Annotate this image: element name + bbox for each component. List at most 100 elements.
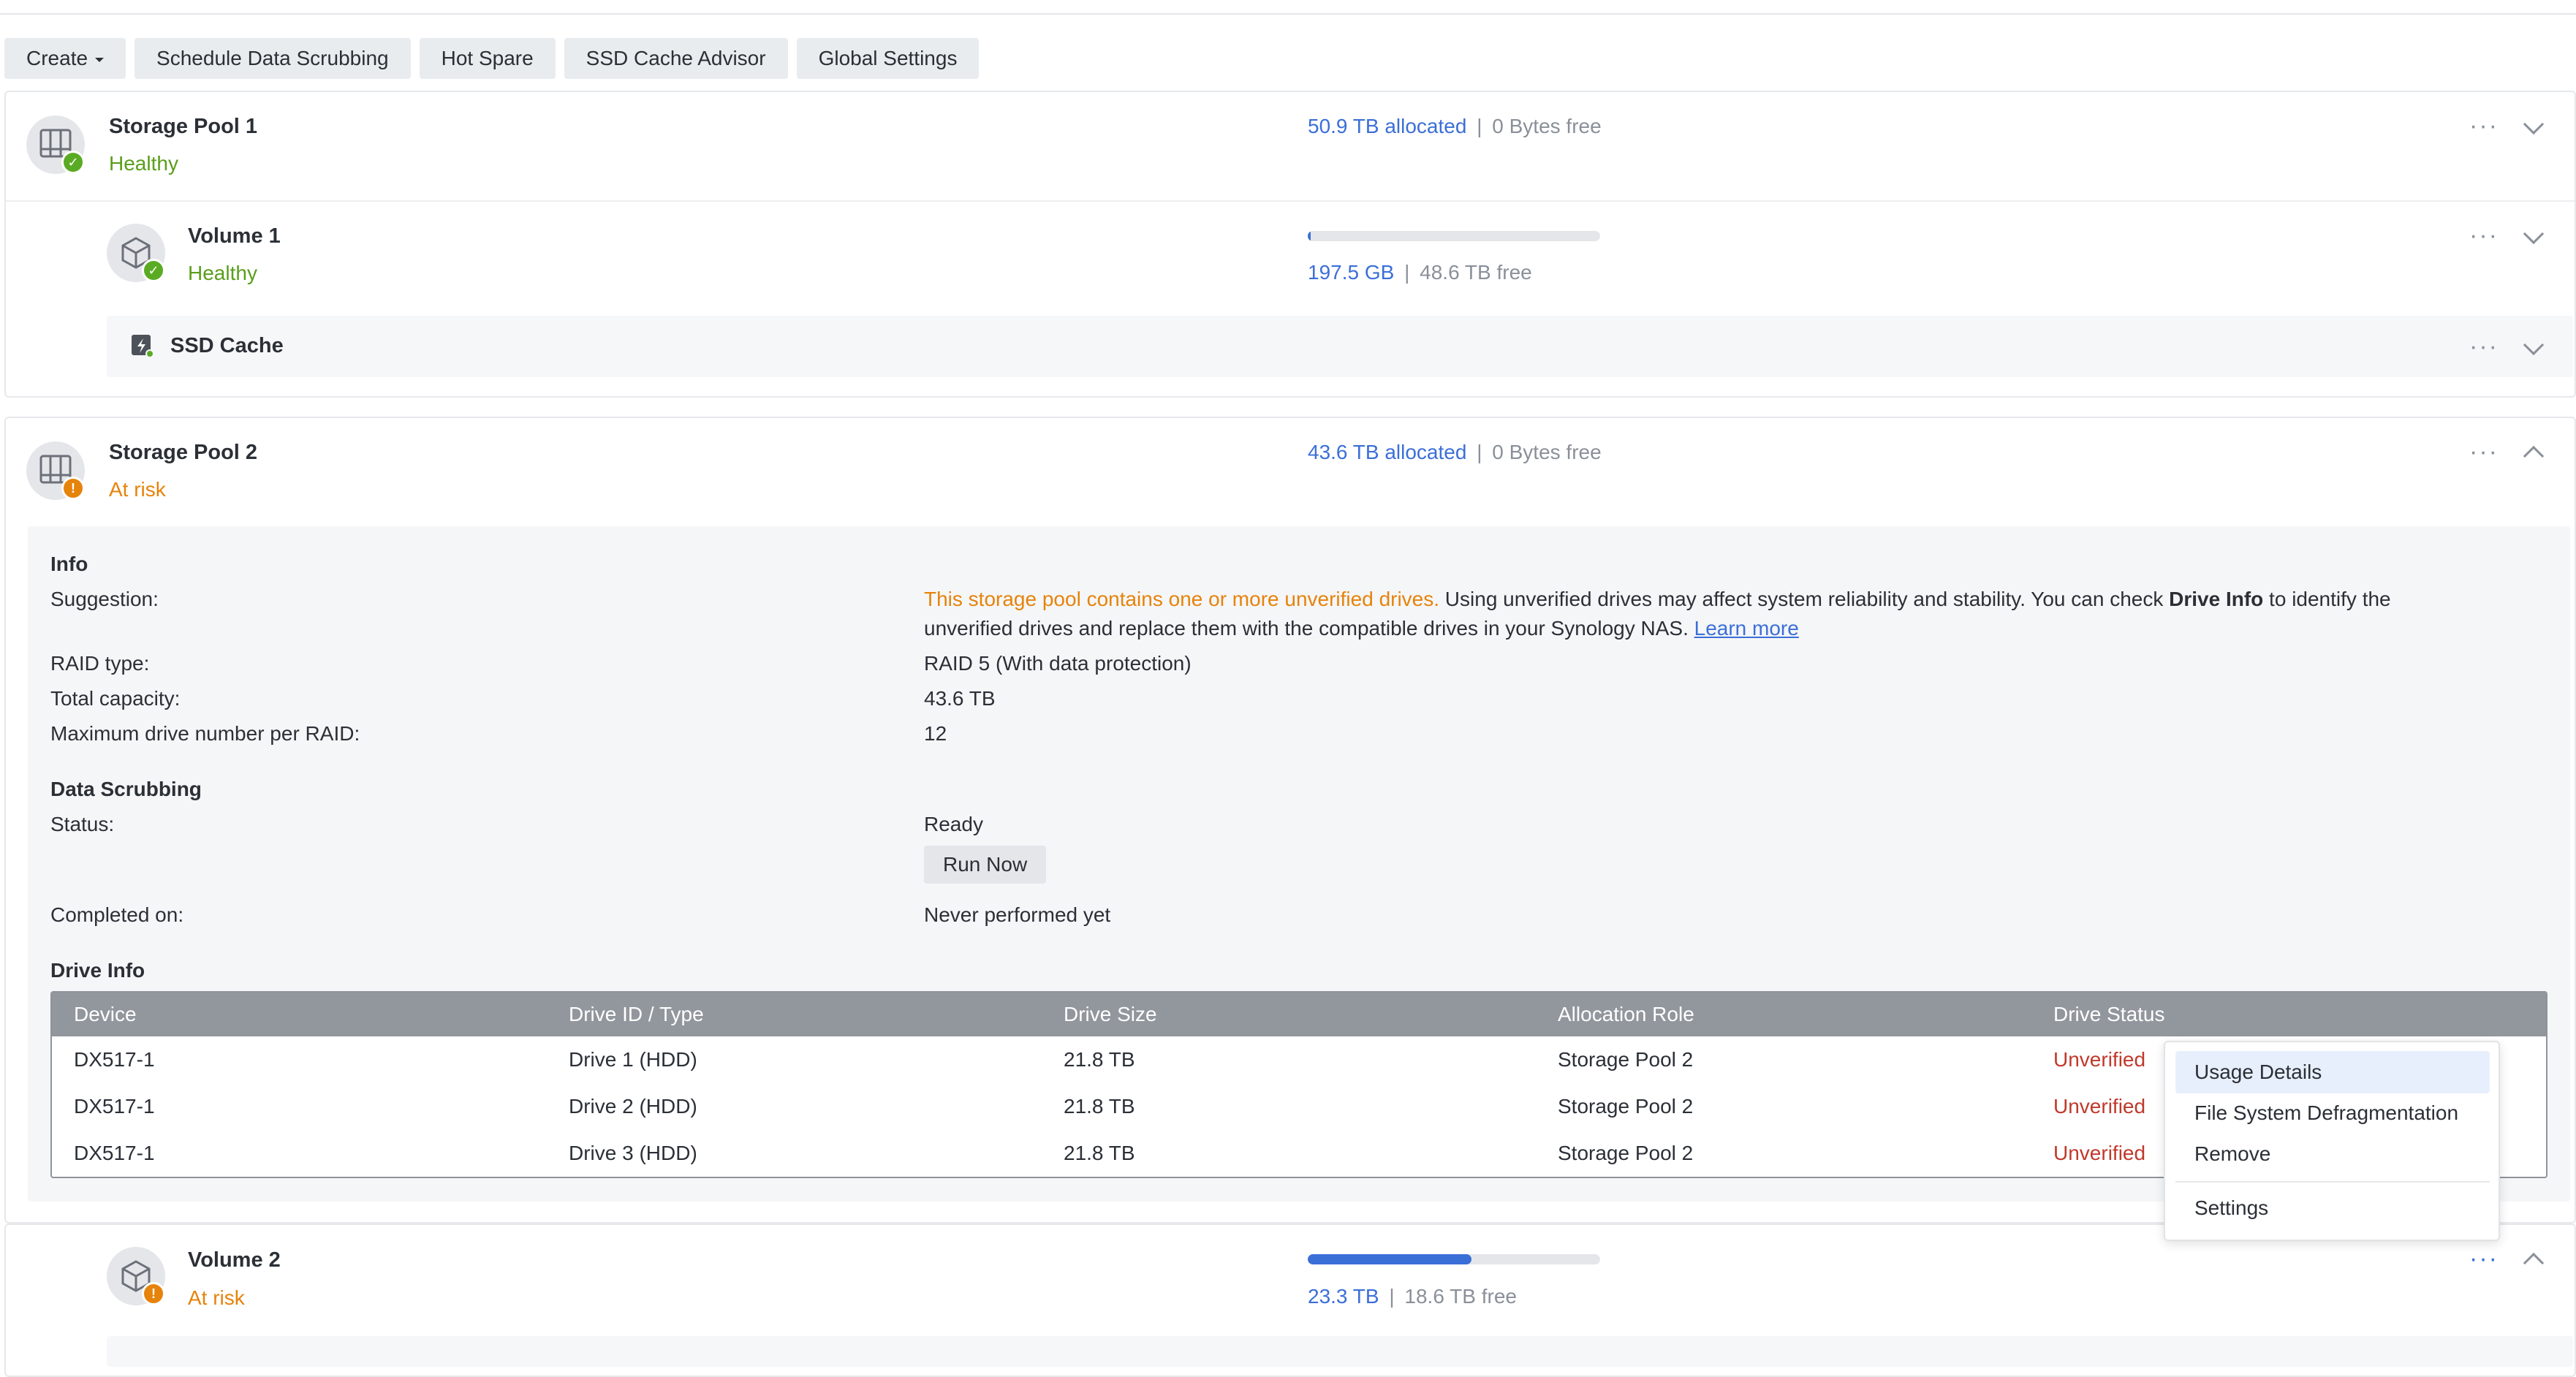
create-label: Create [26,47,88,69]
pool-title: Storage Pool 1 [109,115,258,138]
menu-divider [2175,1181,2490,1183]
cell-drive-id: Drive 2 (HDD) [569,1095,697,1118]
caret-down-icon [95,57,105,62]
global-settings-button[interactable]: Global Settings [796,38,980,79]
max-drive-value: 12 [924,722,947,745]
data-scrubbing-heading: Data Scrubbing [50,778,202,800]
info-heading: Info [50,553,88,575]
column-header-drive-id[interactable]: Drive ID / Type [569,993,704,1036]
suggestion-text: This storage pool contains one or more u… [924,588,2391,611]
warning-icon: ! [61,477,85,500]
suggestion-warning: This storage pool contains one or more u… [924,588,1440,610]
separator: | [1477,115,1482,137]
free-value: 48.6 TB free [1420,261,1532,284]
warning-icon: ! [142,1282,165,1305]
cell-drive-status: Unverified [2053,1095,2146,1118]
cell-drive-size: 21.8 TB [1064,1095,1135,1118]
cell-drive-id: Drive 3 (HDD) [569,1142,697,1164]
menu-item-file-system-defragmentation[interactable]: File System Defragmentation [2175,1092,2490,1134]
total-capacity-value: 43.6 TB [924,687,996,710]
healthy-check-icon: ✓ [61,151,85,174]
context-menu: Usage Details File System Defragmentatio… [2164,1041,2500,1241]
column-header-allocation-role[interactable]: Allocation Role [1558,993,1694,1036]
ssd-cache-row [107,316,2573,377]
volume-icon: ! [107,1247,165,1305]
column-header-device[interactable]: Device [74,993,137,1036]
menu-item-usage-details[interactable]: Usage Details [2175,1051,2490,1093]
ssd-cache-advisor-button[interactable]: SSD Cache Advisor [564,38,788,79]
volume-usage-bar [1308,231,1600,241]
cell-drive-status: Unverified [2053,1048,2146,1071]
menu-item-remove[interactable]: Remove [2175,1133,2490,1175]
completed-on-value: Never performed yet [924,903,1111,926]
volume-title: Volume 1 [188,224,281,248]
drive-info-heading: Drive Info [50,959,145,982]
run-now-button[interactable]: Run Now [924,846,1047,884]
menu-item-settings[interactable]: Settings [2175,1187,2490,1229]
more-options-button[interactable]: ··· [2469,334,2499,359]
suggestion-text-line2: unverified drives and replace them with … [924,617,1799,640]
more-options-button[interactable]: ··· [2469,439,2499,464]
suggestion-body: Using unverified drives may affect syste… [1439,588,2170,610]
pool-allocation: 50.9 TB allocated | 0 Bytes free [1308,115,1602,138]
cell-drive-id: Drive 1 (HDD) [569,1048,697,1071]
scrub-status-value: Ready [924,813,983,835]
toolbar: Create Schedule Data Scrubbing Hot Spare… [4,38,980,79]
drive-info-ref: Drive Info [2169,588,2264,610]
volume-status: At risk [188,1286,245,1309]
raid-type-value: RAID 5 (With data protection) [924,652,1192,675]
pool-allocation: 43.6 TB allocated | 0 Bytes free [1308,441,1602,464]
allocated-value: 50.9 TB allocated [1308,115,1467,137]
pool-status: Healthy [109,152,178,175]
pool-title: Storage Pool 2 [109,441,258,464]
more-options-button[interactable]: ··· [2469,113,2499,138]
completed-on-label: Completed on: [50,903,184,926]
used-value: 23.3 TB [1308,1285,1379,1308]
cell-drive-size: 21.8 TB [1064,1048,1135,1071]
free-value: 0 Bytes free [1492,115,1602,137]
storage-pool-icon: ! [26,441,85,500]
separator: | [1404,261,1410,284]
total-capacity-label: Total capacity: [50,687,181,710]
scrub-status-label: Status: [50,813,115,835]
volume-title: Volume 2 [188,1248,281,1272]
free-value: 18.6 TB free [1404,1285,1517,1308]
cell-allocation-role: Storage Pool 2 [1558,1095,1694,1118]
cell-allocation-role: Storage Pool 2 [1558,1142,1694,1164]
volume-detail-section [107,1336,2573,1367]
cell-allocation-role: Storage Pool 2 [1558,1048,1694,1071]
column-header-drive-size[interactable]: Drive Size [1064,993,1157,1036]
hot-spare-button[interactable]: Hot Spare [419,38,556,79]
volume-usage: 23.3 TB | 18.6 TB free [1308,1285,1517,1308]
healthy-check-icon: ✓ [142,259,165,282]
ssd-cache-icon [130,333,155,358]
more-options-button[interactable]: ··· [2469,1246,2499,1271]
suggestion-tail: to identify the [2263,588,2391,610]
schedule-data-scrubbing-button[interactable]: Schedule Data Scrubbing [135,38,411,79]
table-header: Device Drive ID / Type Drive Size Alloca… [52,993,2546,1036]
column-header-drive-status[interactable]: Drive Status [2053,993,2165,1036]
volume-usage-fill [1308,1254,1471,1264]
separator: | [1389,1285,1395,1308]
cell-device: DX517-1 [74,1095,155,1118]
pool-status: At risk [109,478,166,501]
cell-device: DX517-1 [74,1142,155,1164]
cell-drive-status: Unverified [2053,1142,2146,1164]
max-drive-label: Maximum drive number per RAID: [50,722,360,745]
volume-usage-bar [1308,1254,1600,1264]
divider [6,200,2575,202]
cell-drive-size: 21.8 TB [1064,1142,1135,1164]
volume-icon: ✓ [107,224,165,282]
used-value: 197.5 GB [1308,261,1395,284]
suggestion-line2: unverified drives and replace them with … [924,617,1694,640]
learn-more-link[interactable]: Learn more [1694,617,1799,640]
more-options-button[interactable]: ··· [2469,223,2499,248]
ssd-cache-title: SSD Cache [170,334,284,357]
separator: | [1477,441,1482,463]
free-value: 0 Bytes free [1492,441,1602,463]
volume-status: Healthy [188,262,257,284]
storage-pool-icon: ✓ [26,115,85,174]
create-button[interactable]: Create [4,38,126,79]
suggestion-label: Suggestion: [50,588,159,610]
allocated-value: 43.6 TB allocated [1308,441,1467,463]
